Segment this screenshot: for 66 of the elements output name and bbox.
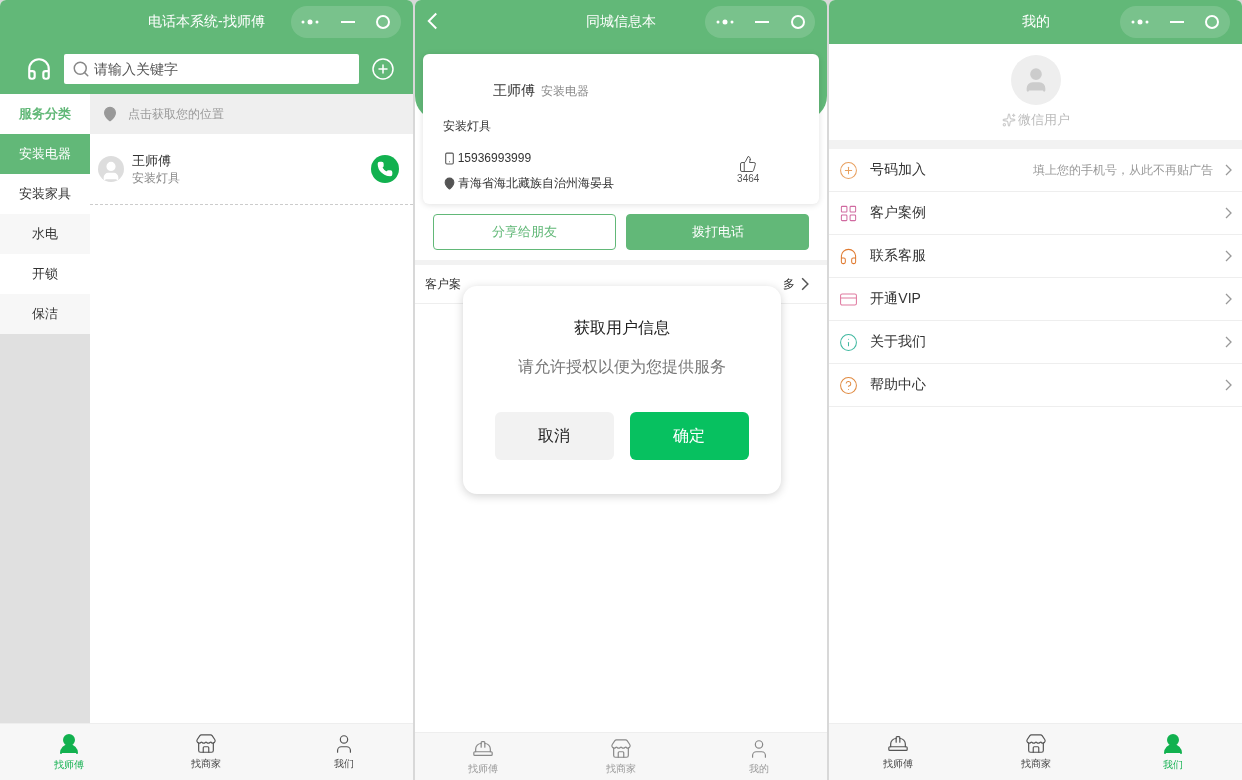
worker-service: 安装灯具 (132, 169, 181, 187)
back-button[interactable] (426, 12, 438, 30)
chevron-icon (1225, 379, 1232, 391)
minimize-icon (755, 21, 770, 23)
like-count: 3464 (737, 173, 760, 184)
help-icon (839, 375, 859, 395)
category-text: 安装电器 (540, 83, 589, 100)
tab-bar-item[interactable]: 找商家 (966, 724, 1105, 780)
search-icon (72, 60, 90, 78)
add-icon[interactable] (370, 57, 395, 81)
plus-circle-icon (839, 160, 859, 180)
nav-title: 我的 (1021, 13, 1050, 31)
service-text: 安装灯具 (442, 118, 491, 135)
sidebar-heading: 服务分类 (0, 94, 90, 134)
tab-bar-item[interactable]: 我们 (275, 724, 413, 780)
pin-icon (442, 177, 456, 190)
section-title: 客户案 (424, 275, 461, 293)
info-icon (839, 332, 859, 352)
category-item[interactable]: 保洁 (0, 294, 90, 334)
chevron-icon (1225, 250, 1232, 262)
chevron-icon (1225, 207, 1232, 219)
shop-icon (195, 733, 218, 755)
phone-icon (442, 151, 456, 165)
worker-name: 王师傅 (132, 151, 172, 170)
headset-icon (839, 246, 859, 266)
address-text: 青海省海北藏族自治州海晏县 (457, 175, 614, 192)
dialog-message: 请允许授权以便为您提供服务 (517, 357, 726, 377)
user-name: 微信用户 (1017, 111, 1070, 129)
minimize-icon (340, 21, 355, 23)
call-button[interactable] (370, 155, 399, 183)
minimize-icon (1170, 21, 1184, 23)
category-item[interactable]: 水电 (0, 214, 90, 254)
thumbs-up-icon[interactable] (739, 155, 758, 173)
more-icon[interactable] (716, 19, 734, 25)
sparkle-icon (1001, 113, 1016, 127)
tab-bar-item[interactable]: 找师傅 (829, 724, 967, 780)
close-icon (790, 15, 805, 29)
more-icon[interactable] (1130, 19, 1149, 25)
shop-icon (610, 737, 632, 760)
more-icon[interactable] (301, 19, 320, 25)
location-text: 点击获取您的位置 (128, 105, 224, 123)
avatar-icon (98, 156, 124, 182)
grid-icon (839, 203, 859, 223)
tab-bar-item[interactable]: 找商家 (137, 724, 276, 780)
worker-name: 王师傅 (492, 82, 535, 100)
phone-icon (376, 161, 393, 177)
shop-icon (1024, 733, 1047, 755)
close-icon (376, 15, 390, 29)
category-item[interactable]: 开锁 (0, 254, 90, 294)
nav-title: 同城信息本 (586, 13, 656, 31)
chevron-icon (801, 277, 810, 291)
phone-number: 15936993999 (457, 151, 532, 165)
back-icon (426, 12, 438, 30)
avatar-icon (1010, 55, 1061, 105)
nav-title: 电话本系统-找师傅 (148, 13, 265, 31)
chevron-icon (1225, 336, 1232, 348)
chevron-icon (1225, 164, 1232, 176)
search-field[interactable]: 请输入关键字 (64, 54, 359, 84)
close-icon (1205, 15, 1220, 29)
dialog-title: 获取用户信息 (573, 318, 670, 338)
category-item[interactable]: 安装家具 (0, 174, 90, 214)
headset-icon[interactable] (26, 56, 52, 82)
pin-icon (102, 106, 118, 122)
cancel-button[interactable]: 取消 (494, 412, 614, 460)
chevron-icon (1225, 293, 1232, 305)
more-link[interactable]: 多 (783, 275, 796, 293)
